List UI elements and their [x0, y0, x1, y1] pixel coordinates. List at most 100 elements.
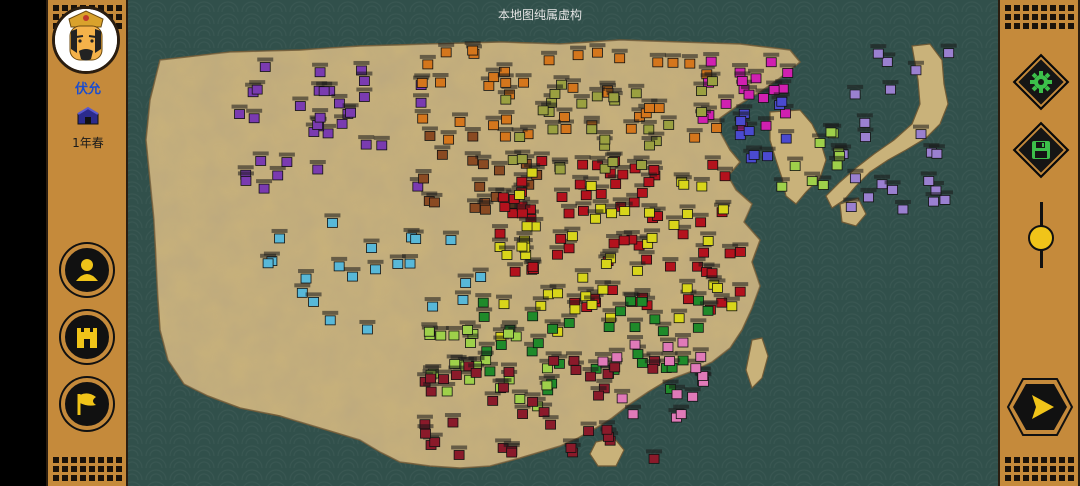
- town-icon: [682, 209, 693, 219]
- town-label-plate: [498, 245, 515, 250]
- town-icon: [547, 323, 559, 334]
- town-icon: [597, 356, 609, 367]
- town-marker[interactable]: [815, 175, 832, 190]
- town-label-plate: [598, 254, 615, 259]
- town-icon: [565, 442, 577, 453]
- town-label-plate: [460, 356, 477, 361]
- town-marker[interactable]: [940, 43, 957, 59]
- town-label-plate: [590, 386, 607, 391]
- town-label-plate: [633, 155, 650, 160]
- town-icon: [477, 159, 489, 170]
- town-marker[interactable]: [860, 187, 877, 203]
- town-icon: [735, 116, 747, 126]
- next-turn-button[interactable]: [1006, 377, 1074, 437]
- town-label-plate: [322, 310, 339, 315]
- town-label-plate: [645, 160, 662, 165]
- town-icon: [360, 139, 372, 150]
- town-icon: [495, 340, 507, 350]
- town-icon: [568, 355, 580, 366]
- town-icon: [599, 134, 611, 145]
- town-marker[interactable]: [925, 192, 942, 207]
- faction-button[interactable]: [61, 378, 113, 430]
- town-icon: [664, 356, 675, 367]
- town-label-plate: [734, 71, 751, 76]
- town-icon: [300, 273, 312, 284]
- town-label-plate: [779, 63, 796, 68]
- town-icon: [499, 131, 511, 142]
- town-icon: [498, 299, 510, 310]
- town-icon: [563, 243, 575, 254]
- town-label-plate: [920, 171, 937, 176]
- town-icon: [555, 233, 567, 244]
- town-label-plate: [538, 375, 555, 380]
- town-label-plate: [249, 80, 266, 85]
- town-label-plate: [331, 93, 348, 98]
- town-label-plate: [562, 438, 579, 443]
- town-label-plate: [589, 86, 606, 91]
- town-label-plate: [435, 369, 452, 374]
- town-icon: [543, 55, 555, 66]
- town-icon: [499, 202, 511, 212]
- town-label-plate: [414, 109, 431, 114]
- town-icon: [629, 322, 641, 333]
- town-marker[interactable]: [857, 127, 874, 142]
- town-marker[interactable]: [829, 155, 846, 171]
- town-icon: [469, 202, 481, 213]
- town-icon: [516, 176, 528, 187]
- town-icon: [780, 108, 791, 119]
- town-icon: [673, 313, 685, 324]
- town-label-plate: [704, 155, 721, 160]
- town-label-plate: [522, 199, 539, 204]
- map-canvas[interactable]: [0, 0, 1080, 486]
- town-label-plate: [804, 171, 821, 176]
- town-label-plate: [766, 80, 783, 85]
- town-icon: [647, 363, 659, 374]
- town-label-plate: [596, 130, 613, 135]
- left-letterbox: [0, 0, 46, 486]
- officer-button[interactable]: [61, 244, 113, 296]
- town-icon: [735, 246, 746, 257]
- town-marker[interactable]: [856, 113, 873, 128]
- town-marker[interactable]: [684, 387, 701, 402]
- town-label-plate: [495, 378, 512, 383]
- town-label-plate: [847, 84, 864, 89]
- town-label-plate: [496, 62, 513, 67]
- town-icon: [547, 124, 559, 135]
- town-label-plate: [641, 203, 658, 208]
- town-marker[interactable]: [646, 449, 663, 464]
- town-label-plate: [584, 295, 601, 300]
- town-icon: [707, 76, 718, 87]
- town-label-plate: [485, 67, 502, 72]
- town-icon: [702, 236, 714, 246]
- town-marker[interactable]: [847, 84, 864, 100]
- town-icon: [450, 370, 462, 380]
- town-label-plate: [703, 52, 720, 57]
- town-label-plate: [414, 73, 431, 78]
- town-marker[interactable]: [894, 199, 911, 215]
- town-icon: [667, 57, 679, 68]
- town-label-plate: [278, 152, 295, 157]
- town-icon: [863, 192, 874, 203]
- town-icon: [707, 159, 719, 170]
- town-label-plate: [485, 115, 502, 120]
- town-label-plate: [511, 127, 528, 132]
- town-marker[interactable]: [882, 80, 899, 95]
- town-label-plate: [476, 307, 493, 312]
- town-icon: [281, 157, 293, 167]
- town-icon: [488, 72, 500, 83]
- town-label-plate: [549, 245, 566, 250]
- town-label-plate: [741, 85, 758, 90]
- town-label-plate: [661, 351, 678, 356]
- town-label-plate: [594, 351, 611, 356]
- city-button[interactable]: [61, 311, 113, 363]
- town-icon: [717, 204, 729, 215]
- ruler-avatar[interactable]: [52, 6, 120, 74]
- town-icon: [831, 160, 843, 171]
- town-icon: [592, 47, 603, 58]
- town-label-plate: [583, 119, 600, 124]
- town-label-plate: [649, 52, 666, 57]
- town-label-plate: [870, 44, 887, 49]
- town-label-plate: [484, 391, 501, 396]
- town-label-plate: [778, 129, 795, 134]
- town-marker[interactable]: [625, 404, 642, 420]
